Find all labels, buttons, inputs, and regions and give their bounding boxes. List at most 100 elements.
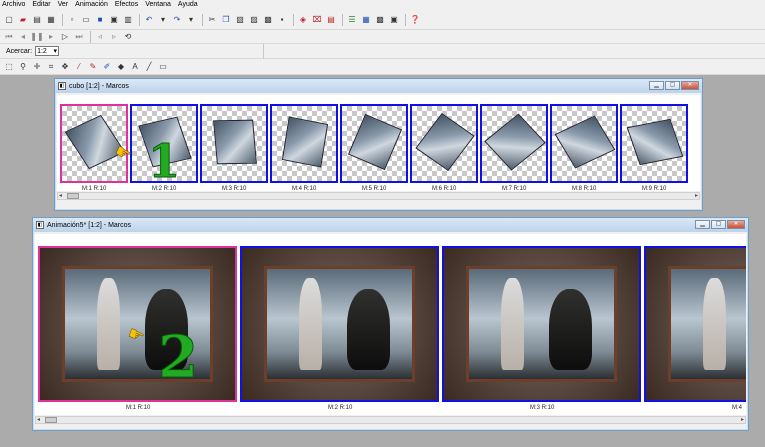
menu-ventana[interactable]: Ventana bbox=[145, 0, 171, 10]
new-file-icon[interactable]: ▫ bbox=[66, 14, 78, 26]
maximize-button[interactable]: ▢ bbox=[711, 220, 726, 229]
frame-thumbnail[interactable] bbox=[200, 104, 268, 183]
first-frame-icon[interactable]: ⏮ bbox=[3, 31, 15, 43]
paste-new-icon[interactable]: ▨ bbox=[248, 14, 260, 26]
frame-image bbox=[622, 106, 686, 181]
frame-image bbox=[552, 106, 616, 181]
frame-image bbox=[412, 106, 476, 181]
scroll-right-icon[interactable]: ▸ bbox=[695, 193, 698, 199]
frame-label: M:3 R:10 bbox=[530, 405, 555, 411]
clone-brush-icon[interactable]: ✐ bbox=[101, 61, 113, 73]
frame-thumbnail[interactable] bbox=[644, 246, 746, 402]
redo-icon[interactable]: ↷ bbox=[171, 14, 183, 26]
delete-icon[interactable]: ▪ bbox=[276, 14, 288, 26]
paste-frame-icon[interactable]: ▩ bbox=[262, 14, 274, 26]
preview-icon[interactable]: ▦ bbox=[360, 14, 372, 26]
eyedropper-tool-icon[interactable]: ⁄ bbox=[73, 61, 85, 73]
cut-icon[interactable]: ✂ bbox=[206, 14, 218, 26]
menu-archivo[interactable]: Archivo bbox=[2, 0, 25, 10]
step-forward-icon[interactable]: ▹ bbox=[108, 31, 120, 43]
scrollbar-thumb[interactable] bbox=[45, 417, 57, 423]
new-icon[interactable]: ▢ bbox=[3, 14, 15, 26]
horizontal-scrollbar[interactable]: ◂ ▸ bbox=[35, 416, 746, 424]
save-icon[interactable]: ▦ bbox=[45, 14, 57, 26]
frame-thumbnail[interactable] bbox=[270, 104, 338, 183]
rectangle-tool-icon[interactable]: ▭ bbox=[157, 61, 169, 73]
frame-thumbnail[interactable] bbox=[410, 104, 478, 183]
undo-dropdown-icon[interactable]: ▾ bbox=[157, 14, 169, 26]
previous-frame-icon[interactable]: ◂ bbox=[17, 31, 29, 43]
redo-dropdown-icon[interactable]: ▾ bbox=[185, 14, 197, 26]
cube-image bbox=[281, 116, 329, 168]
maximize-button[interactable]: ▢ bbox=[665, 81, 680, 90]
frame-image bbox=[482, 106, 546, 181]
delete-frames-icon[interactable]: ⌧ bbox=[311, 14, 323, 26]
scroll-left-icon[interactable]: ◂ bbox=[37, 417, 40, 423]
scroll-right-icon[interactable]: ▸ bbox=[741, 417, 744, 423]
text-tool-icon[interactable]: A bbox=[129, 61, 141, 73]
menu-ayuda[interactable]: Ayuda bbox=[178, 0, 198, 10]
frame-thumbnail[interactable] bbox=[620, 104, 688, 183]
frame-properties-icon[interactable]: ▤ bbox=[325, 14, 337, 26]
selection-tool-icon[interactable]: ⬚ bbox=[3, 61, 15, 73]
copy-icon[interactable]: ❐ bbox=[220, 14, 232, 26]
crop-tool-icon[interactable]: ⌗ bbox=[45, 61, 57, 73]
paste-icon[interactable]: ▧ bbox=[234, 14, 246, 26]
toolbar-separator bbox=[342, 13, 343, 26]
frame-thumbnail[interactable] bbox=[550, 104, 618, 183]
grid-view-icon[interactable]: ▩ bbox=[374, 14, 386, 26]
crosshair-tool-icon[interactable]: ✛ bbox=[31, 61, 43, 73]
frame-thumbnail[interactable] bbox=[240, 246, 439, 402]
menu-efectos[interactable]: Efectos bbox=[115, 0, 138, 10]
thumbnails-icon[interactable]: ▣ bbox=[388, 14, 400, 26]
move-tool-icon[interactable]: ✥ bbox=[59, 61, 71, 73]
paint-brush-icon[interactable]: ✎ bbox=[87, 61, 99, 73]
browse-icon[interactable]: ▤ bbox=[31, 14, 43, 26]
horizontal-scrollbar[interactable]: ◂ ▸ bbox=[57, 192, 700, 200]
frame-image bbox=[242, 248, 437, 400]
view-animation-icon[interactable]: ☰ bbox=[346, 14, 358, 26]
pause-icon[interactable]: ❚❚ bbox=[30, 31, 43, 43]
print-icon[interactable]: ▥ bbox=[122, 14, 134, 26]
line-tool-icon[interactable]: ╱ bbox=[143, 61, 155, 73]
figure-white bbox=[96, 277, 121, 371]
step-number-2: 2 bbox=[157, 323, 199, 391]
scene-image bbox=[264, 266, 415, 382]
minimize-button[interactable]: ▁ bbox=[695, 220, 710, 229]
menu-editar[interactable]: Editar bbox=[32, 0, 50, 10]
frame-label: M:7 R:10 bbox=[502, 186, 527, 191]
open-folder-icon[interactable]: ▭ bbox=[80, 14, 92, 26]
playback-toolbar: ⏮ ◂ ❚❚ ▸ ▷ ⏭ ◃ ▹ ⟲ bbox=[0, 30, 765, 44]
zoom-value: 1:2 bbox=[37, 47, 47, 55]
open-icon[interactable]: ▰ bbox=[17, 14, 29, 26]
cubo-window-titlebar[interactable]: ◧ cubo [1:2] - Marcos ▁ ▢ ✕ bbox=[55, 79, 702, 93]
loop-icon[interactable]: ⟲ bbox=[122, 31, 134, 43]
menu-animacion[interactable]: Animación bbox=[75, 0, 108, 10]
save-disk-icon[interactable]: ■ bbox=[94, 14, 106, 26]
zoom-tool-icon[interactable]: ⚲ bbox=[17, 61, 29, 73]
step-back-icon[interactable]: ◃ bbox=[94, 31, 106, 43]
scroll-left-icon[interactable]: ◂ bbox=[59, 193, 62, 199]
frame-thumbnail[interactable] bbox=[340, 104, 408, 183]
play-icon[interactable]: ▷ bbox=[59, 31, 71, 43]
menu-ver[interactable]: Ver bbox=[58, 0, 69, 10]
frame-image bbox=[62, 106, 126, 181]
zoom-select[interactable]: 1:2 ▾ bbox=[35, 46, 60, 56]
window-title: Animación5* [1:2] - Marcos bbox=[47, 221, 132, 229]
save-as-icon[interactable]: ▣ bbox=[108, 14, 120, 26]
undo-icon[interactable]: ↶ bbox=[143, 14, 155, 26]
minimize-button[interactable]: ▁ bbox=[649, 81, 664, 90]
frame-thumbnail[interactable] bbox=[442, 246, 641, 402]
last-frame-icon[interactable]: ⏭ bbox=[73, 31, 85, 43]
scrollbar-thumb[interactable] bbox=[67, 193, 79, 199]
next-frame-icon[interactable]: ▸ bbox=[45, 31, 57, 43]
animacion5-window-titlebar[interactable]: ◧ Animación5* [1:2] - Marcos ▁ ▢ ✕ bbox=[33, 218, 748, 232]
figure-white bbox=[702, 277, 727, 371]
frame-thumbnail[interactable] bbox=[480, 104, 548, 183]
close-button[interactable]: ✕ bbox=[727, 220, 745, 229]
frame-image bbox=[444, 248, 639, 400]
insert-frames-icon[interactable]: ◈ bbox=[297, 14, 309, 26]
help-icon[interactable]: ❓ bbox=[409, 14, 421, 26]
close-button[interactable]: ✕ bbox=[681, 81, 699, 90]
fill-tool-icon[interactable]: ◆ bbox=[115, 61, 127, 73]
